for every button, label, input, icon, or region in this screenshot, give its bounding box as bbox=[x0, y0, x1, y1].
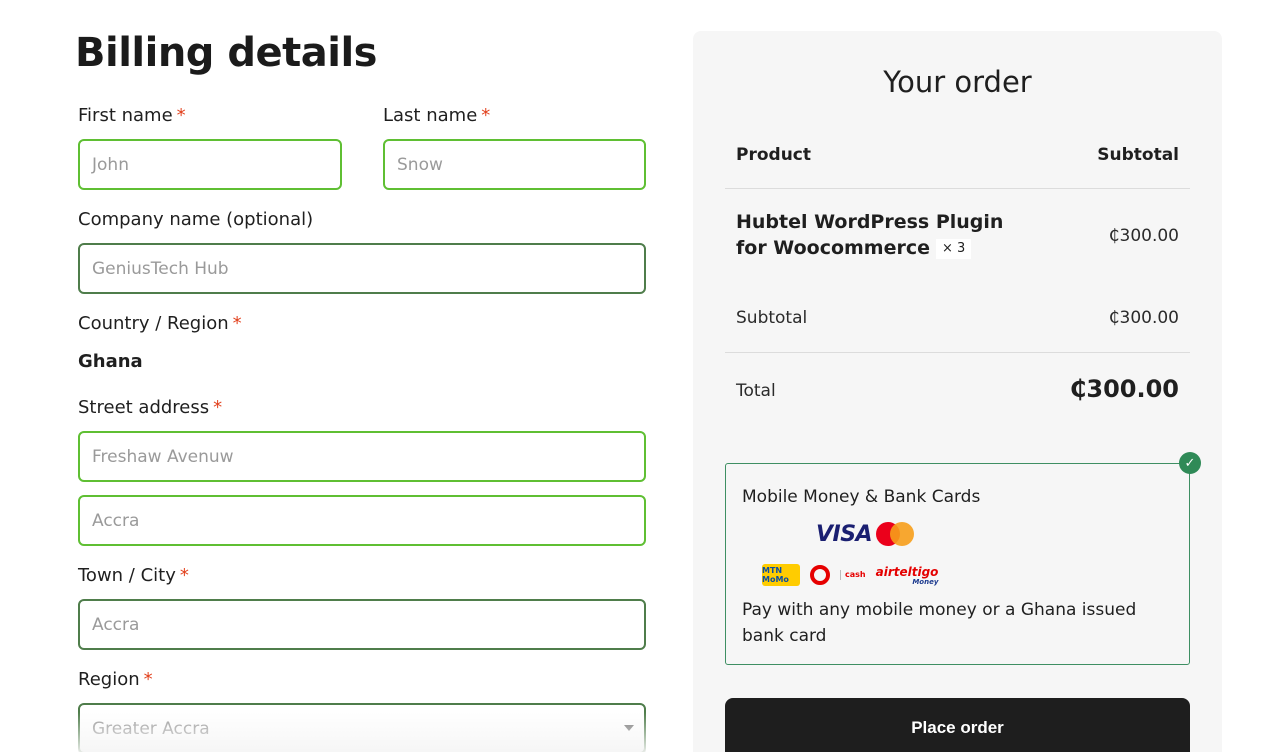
required-mark: * bbox=[143, 669, 153, 690]
col-product-header: Product bbox=[736, 145, 811, 165]
required-mark: * bbox=[213, 397, 223, 418]
subtotal-value: ₵300.00 bbox=[1108, 308, 1179, 328]
region-label: Region * bbox=[78, 669, 153, 690]
required-mark: * bbox=[176, 105, 186, 126]
last-name-label: Last name * bbox=[383, 105, 491, 126]
required-mark: * bbox=[481, 105, 491, 126]
first-name-label: First name * bbox=[78, 105, 186, 126]
company-input[interactable]: GeniusTech Hub bbox=[78, 243, 646, 294]
country-value: Ghana bbox=[78, 351, 143, 372]
airteltigo-money-logo: airteltigo Money bbox=[875, 564, 939, 586]
order-item: Hubtel WordPress Plugin for Woocommerce ×… bbox=[736, 209, 1036, 261]
billing-title: Billing details bbox=[75, 30, 377, 76]
divider bbox=[725, 352, 1190, 353]
payment-method-description: Pay with any mobile money or a Ghana iss… bbox=[742, 600, 1137, 646]
billing-form: Billing details First name * John Last na… bbox=[75, 0, 646, 752]
check-icon: ✓ bbox=[1179, 452, 1201, 474]
town-input[interactable]: Accra bbox=[78, 599, 646, 650]
col-subtotal-header: Subtotal bbox=[1097, 145, 1179, 165]
total-value: ₵300.00 bbox=[1069, 375, 1179, 403]
vodafone-cash-logo: cash bbox=[840, 570, 866, 580]
country-label: Country / Region * bbox=[78, 313, 242, 334]
total-label: Total bbox=[736, 381, 776, 401]
last-name-input[interactable]: Snow bbox=[383, 139, 646, 190]
region-select[interactable]: Greater Accra bbox=[78, 703, 646, 752]
payment-method-title: Mobile Money & Bank Cards bbox=[742, 487, 981, 507]
street-address-input[interactable]: Freshaw Avenuw bbox=[78, 431, 646, 482]
required-mark: * bbox=[179, 565, 189, 586]
mobile-money-logos: MTN MoMo cash airteltigo Money bbox=[762, 562, 938, 588]
mastercard-logo bbox=[876, 522, 916, 546]
mtn-momo-logo: MTN MoMo bbox=[762, 564, 800, 586]
payment-method-option[interactable]: ✓ Mobile Money & Bank Cards VISA MTN MoM… bbox=[725, 452, 1201, 665]
chevron-down-icon bbox=[624, 725, 634, 731]
vodafone-logo bbox=[810, 565, 830, 585]
order-summary: Your order Product Subtotal Hubtel WordP… bbox=[693, 31, 1222, 752]
street-address-line2-input[interactable]: Accra bbox=[78, 495, 646, 546]
subtotal-label: Subtotal bbox=[736, 308, 808, 328]
company-label: Company name (optional) bbox=[78, 209, 314, 230]
order-item-qty: × 3 bbox=[936, 239, 972, 259]
place-order-button[interactable]: Place order bbox=[725, 698, 1190, 752]
order-title: Your order bbox=[883, 65, 1032, 99]
first-name-input[interactable]: John bbox=[78, 139, 342, 190]
street-label: Street address * bbox=[78, 397, 223, 418]
order-item-amount: ₵300.00 bbox=[1108, 226, 1179, 246]
town-label: Town / City * bbox=[78, 565, 189, 586]
divider bbox=[725, 188, 1190, 189]
visa-logo: VISA bbox=[816, 522, 873, 547]
required-mark: * bbox=[232, 313, 242, 334]
